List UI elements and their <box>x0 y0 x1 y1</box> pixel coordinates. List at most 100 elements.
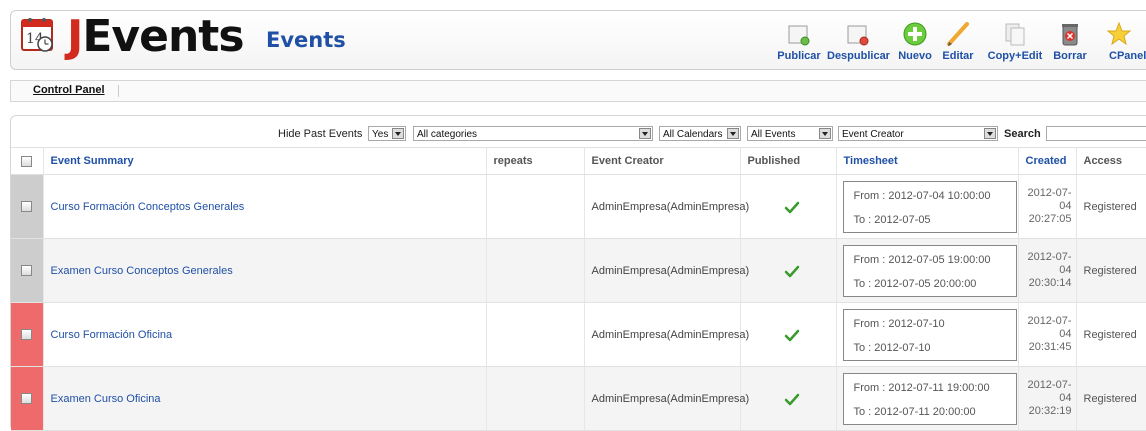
timesheet-cell: From : 2012-07-04 10:00:00 To : 2012-07-0… <box>836 174 1019 239</box>
header-repeats: repeats <box>486 147 585 175</box>
event-summary-link[interactable]: Curso Formación Oficina <box>51 329 173 341</box>
search-input[interactable] <box>1046 126 1146 141</box>
submenu-bar: Control Panel <box>10 80 1146 102</box>
copy-edit-button[interactable]: Copy+Edit <box>985 15 1045 65</box>
edit-label: Editar <box>942 50 974 62</box>
created-date: 2012-07-04 <box>1027 315 1072 340</box>
created-time: 20:31:45 <box>1028 341 1072 353</box>
row-checkbox[interactable] <box>21 393 33 405</box>
event-summary-cell: Curso Formación Oficina <box>43 302 487 367</box>
row-checkbox[interactable] <box>21 329 33 341</box>
event-summary-cell: Curso Formación Conceptos Generales <box>43 174 487 239</box>
published-check-icon[interactable] <box>784 328 800 342</box>
hide-past-value: Yes <box>372 129 389 140</box>
publish-button[interactable]: Publicar <box>775 15 823 65</box>
timesheet-cell: From : 2012-07-10 To : 2012-07-10 <box>836 302 1019 367</box>
select-all-checkbox[interactable] <box>20 155 32 167</box>
event-state-value: All Events <box>751 129 796 140</box>
table-row: Curso Formación Oficina AdminEmpresa(Admi… <box>11 302 1146 367</box>
timesheet-to: To : 2012-07-05 <box>853 213 931 226</box>
published-check-icon[interactable] <box>784 264 800 278</box>
new-icon <box>903 22 927 46</box>
star-icon <box>1106 21 1132 46</box>
chevron-down-icon <box>639 128 651 139</box>
page-title: Events <box>266 28 346 52</box>
access-cell: Registered <box>1076 238 1146 303</box>
event-creator-cell: AdminEmpresa(AdminEmpresa) <box>584 174 749 239</box>
cpanel-button[interactable]: CPanel <box>1097 15 1146 65</box>
table-row: Examen Curso Oficina AdminEmpresa(AdminEm… <box>11 366 1146 431</box>
edit-icon <box>947 22 969 46</box>
header-access: Access <box>1076 147 1146 175</box>
timesheet-box: From : 2012-07-10 To : 2012-07-10 <box>842 308 1017 361</box>
delete-button[interactable]: Borrar <box>1047 15 1093 65</box>
new-label: Nuevo <box>898 50 932 62</box>
row-select-cell <box>11 366 44 431</box>
timesheet-box: From : 2012-07-04 10:00:00 To : 2012-07-0… <box>842 180 1017 233</box>
published-cell <box>740 366 837 431</box>
creator-select[interactable]: Event Creator <box>838 126 998 141</box>
new-button[interactable]: Nuevo <box>895 15 935 65</box>
published-cell <box>740 302 837 367</box>
unpublish-button[interactable]: Despublicar <box>827 15 890 65</box>
copy-edit-label: Copy+Edit <box>987 50 1043 62</box>
delete-label: Borrar <box>1053 50 1087 62</box>
hide-past-label: Hide Past Events <box>278 128 363 140</box>
created-date: 2012-07-04 <box>1027 379 1072 404</box>
timesheet-from: From : 2012-07-11 19:00:00 <box>853 381 990 394</box>
timesheet-box: From : 2012-07-05 19:00:00 To : 2012-07-0… <box>842 244 1017 297</box>
table-row: Curso Formación Conceptos Generales Admin… <box>11 174 1146 239</box>
calendar-select[interactable]: All Calendars <box>659 126 741 141</box>
edit-button[interactable]: Editar <box>939 15 977 65</box>
delete-icon <box>1062 24 1078 46</box>
row-select-cell <box>11 302 44 367</box>
published-check-icon[interactable] <box>784 392 800 406</box>
event-summary-link[interactable]: Examen Curso Oficina <box>51 393 161 405</box>
access-cell: Registered <box>1076 302 1146 367</box>
logo-wordmark: Events <box>82 11 244 62</box>
calendar-value: All Calendars <box>663 129 723 140</box>
created-time: 20:30:14 <box>1028 277 1072 289</box>
creator-value: Event Creator <box>842 129 904 140</box>
select-all-cell <box>11 147 44 175</box>
published-cell <box>740 238 837 303</box>
published-check-icon[interactable] <box>784 200 800 214</box>
control-panel-link[interactable]: Control Panel <box>33 84 105 96</box>
event-summary-link[interactable]: Examen Curso Conceptos Generales <box>51 265 233 277</box>
header-created[interactable]: Created <box>1018 147 1077 175</box>
timesheet-from: From : 2012-07-10 <box>853 317 945 330</box>
table-row: Examen Curso Conceptos Generales AdminEmp… <box>11 238 1146 303</box>
category-select[interactable]: All categories <box>413 126 653 141</box>
timesheet-cell: From : 2012-07-11 19:00:00 To : 2012-07-1… <box>836 366 1019 431</box>
category-value: All categories <box>417 129 478 140</box>
timesheet-from: From : 2012-07-04 10:00:00 <box>853 189 991 202</box>
copy-icon <box>1005 23 1025 46</box>
calendar-logo-icon: 14 <box>21 18 53 52</box>
event-summary-link[interactable]: Curso Formación Conceptos Generales <box>51 201 245 213</box>
created-cell: 2012-07-04 20:32:19 <box>1018 366 1077 431</box>
submenu-divider <box>118 85 119 97</box>
publish-label: Publicar <box>777 50 821 62</box>
timesheet-cell: From : 2012-07-05 19:00:00 To : 2012-07-0… <box>836 238 1019 303</box>
timesheet-box: From : 2012-07-11 19:00:00 To : 2012-07-1… <box>842 372 1017 425</box>
row-checkbox[interactable] <box>21 265 33 277</box>
search-label: Search <box>1004 128 1041 140</box>
repeats-cell <box>486 366 585 431</box>
header-event-summary[interactable]: Event Summary <box>43 147 487 175</box>
unpublish-label: Despublicar <box>827 50 890 62</box>
created-cell: 2012-07-04 20:31:45 <box>1018 302 1077 367</box>
hide-past-select[interactable]: Yes <box>368 126 406 141</box>
header-bar: 14 JEvents Events Publicar Despublicar N… <box>10 10 1146 70</box>
chevron-down-icon <box>392 128 404 139</box>
created-cell: 2012-07-04 20:27:05 <box>1018 174 1077 239</box>
chevron-down-icon <box>984 128 996 139</box>
table-header-row: Event Summary repeats Event Creator Publ… <box>11 147 1146 175</box>
timesheet-to: To : 2012-07-11 20:00:00 <box>853 405 976 418</box>
header-event-creator: Event Creator <box>584 147 741 175</box>
header-timesheet[interactable]: Timesheet <box>836 147 1019 175</box>
row-checkbox[interactable] <box>21 201 33 213</box>
publish-icon <box>788 25 810 46</box>
event-state-select[interactable]: All Events <box>747 126 833 141</box>
event-creator-cell: AdminEmpresa(AdminEmpresa) <box>584 366 749 431</box>
created-cell: 2012-07-04 20:30:14 <box>1018 238 1077 303</box>
